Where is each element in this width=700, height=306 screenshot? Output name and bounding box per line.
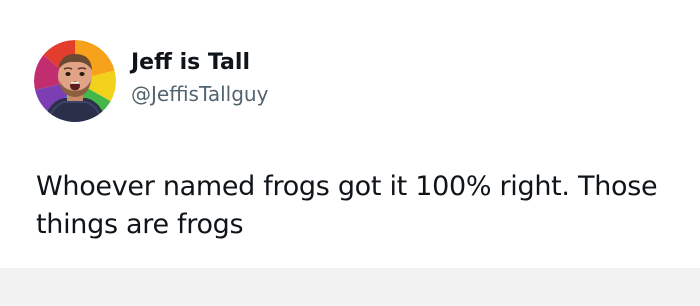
author-handle[interactable]: @JeffisTallguy — [131, 82, 268, 106]
tweet-text: Whoever named frogs got it 100% right. T… — [36, 171, 658, 240]
profile-photo-icon — [34, 40, 116, 122]
author-display-name[interactable]: Jeff is Tall — [131, 50, 250, 75]
author-avatar[interactable] — [34, 40, 116, 122]
bottom-strip — [0, 268, 700, 306]
tweet-card: Jeff is Tall @JeffisTallguy Whoever name… — [0, 0, 700, 268]
